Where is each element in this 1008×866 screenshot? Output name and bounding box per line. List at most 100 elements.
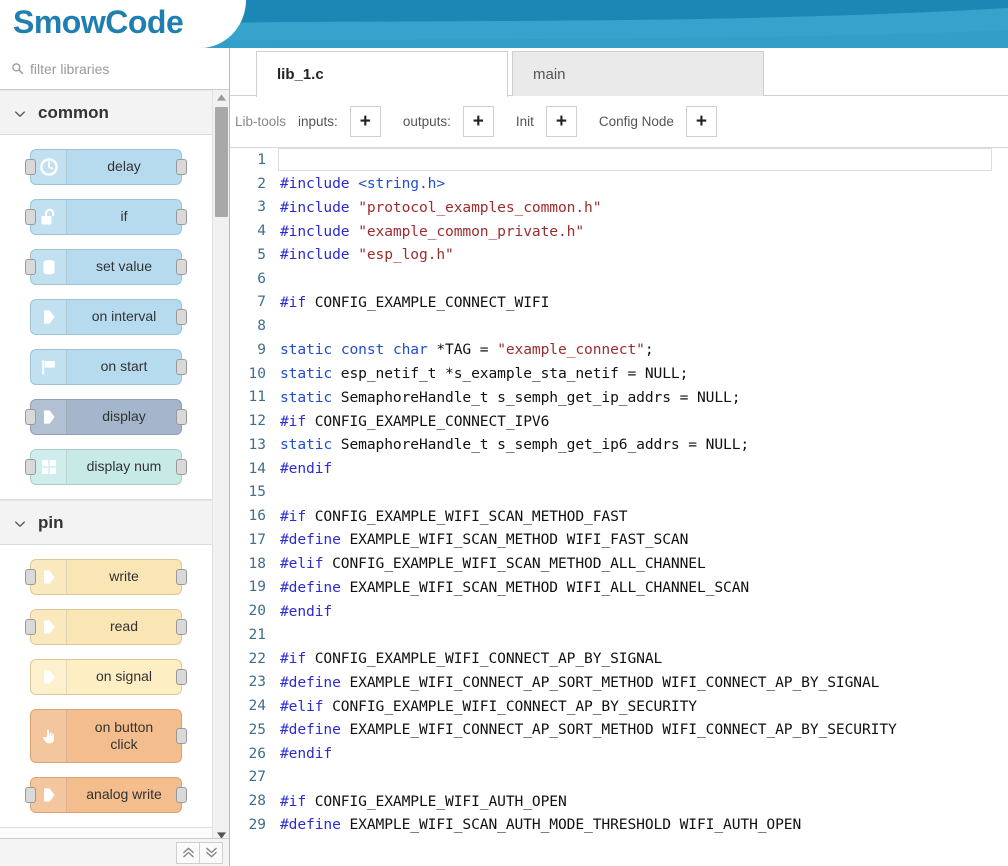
node-output-port[interactable] [176,409,187,425]
add-init-button[interactable]: + [545,106,577,137]
palette-node-display[interactable]: display [25,399,187,435]
node-output-port[interactable] [176,309,187,325]
tab-lib_1-c[interactable]: lib_1.c [256,51,508,97]
hand-icon [31,710,67,762]
code-line-row[interactable]: 23 #define EXAMPLE_WIFI_CONNECT_AP_SORT_M… [230,671,1008,695]
code-line-row[interactable]: 3 #include "protocol_examples_common.h" [230,196,1008,220]
node-output-port[interactable] [176,209,187,225]
add-config-node-button[interactable]: + [685,106,717,137]
code-text [278,148,992,172]
palette-node-delay[interactable]: delay [25,149,187,185]
node-output-port[interactable] [176,619,187,635]
palette-node-display-num[interactable]: display num [25,449,187,485]
arrow-icon [31,778,67,812]
node-output-port[interactable] [176,569,187,585]
scroll-up-arrow[interactable] [213,90,230,105]
code-line-row[interactable]: 10 static esp_netif_t *s_example_sta_neti… [230,362,1008,386]
chevron-down-icon [14,107,26,119]
palette-category-common[interactable]: common [0,90,212,135]
palette-category-pin[interactable]: pin [0,500,212,545]
node-output-port[interactable] [176,359,187,375]
node-output-port[interactable] [176,459,187,475]
code-line-row[interactable]: 19 #define EXAMPLE_WIFI_SCAN_METHOD WIFI_… [230,576,1008,600]
node-input-port[interactable] [25,569,36,585]
code-line-row[interactable]: 14 #endif [230,457,1008,481]
palette-node-on-interval[interactable]: on interval [30,299,187,335]
code-text: #endif [280,460,333,478]
code-line-row[interactable]: 9 static const char *TAG = "example_conne… [230,338,1008,362]
palette-node-label: display num [86,458,162,475]
palette-node-read[interactable]: read [25,609,187,645]
code-line-row[interactable]: 25 #define EXAMPLE_WIFI_CONNECT_AP_SORT_M… [230,718,1008,742]
code-line-row[interactable]: 27 [230,766,1008,790]
tab-label: main [533,65,566,83]
code-line-row[interactable]: 13 static SemaphoreHandle_t s_semph_get_i… [230,433,1008,457]
code-line-row[interactable]: 7 #if CONFIG_EXAMPLE_CONNECT_WIFI [230,291,1008,315]
code-line-row[interactable]: 4 #include "example_common_private.h" [230,219,1008,243]
palette-node-label: delay [107,158,141,175]
palette-node-on-start[interactable]: on start [30,349,187,385]
code-line-row[interactable]: 2 #include <string.h> [230,172,1008,196]
add-output-button[interactable]: + [462,106,494,137]
node-input-port[interactable] [25,787,36,803]
node-output-port[interactable] [176,728,187,744]
palette-node-set-value[interactable]: set value [25,249,187,285]
code-line-row[interactable]: 28 #if CONFIG_EXAMPLE_WIFI_AUTH_OPEN [230,789,1008,813]
node-output-port[interactable] [176,669,187,685]
code-line-row[interactable]: 29 #define EXAMPLE_WIFI_SCAN_AUTH_MODE_TH… [230,813,1008,837]
node-input-port[interactable] [25,459,36,475]
code-line-row[interactable]: 8 [230,314,1008,338]
code-line-row[interactable]: 22 #if CONFIG_EXAMPLE_WIFI_CONNECT_AP_BY_… [230,647,1008,671]
palette-category-body: delay if set value on interval on start displ… [0,135,212,500]
line-number: 22 [248,650,266,667]
node-output-port[interactable] [176,159,187,175]
code-line-row[interactable]: 5 #include "esp_log.h" [230,243,1008,267]
code-line-row[interactable]: 6 [230,267,1008,291]
code-line-row[interactable]: 21 [230,623,1008,647]
node-input-port[interactable] [25,209,36,225]
tab-label: lib_1.c [277,66,324,83]
line-number: 27 [248,769,266,786]
filter-libraries-box[interactable] [0,48,229,90]
code-line-row[interactable]: 26 #endif [230,742,1008,766]
line-number: 14 [248,460,266,477]
line-number: 18 [248,555,266,572]
palette-node-analog-write[interactable]: analog write [25,777,187,813]
node-output-port[interactable] [176,259,187,275]
palette-node-on-signal[interactable]: on signal [30,659,187,695]
code-text: #if CONFIG_EXAMPLE_CONNECT_IPV6 [280,412,550,430]
code-line-row[interactable]: 18 #elif CONFIG_EXAMPLE_WIFI_SCAN_METHOD_… [230,552,1008,576]
code-line-row[interactable]: 1 [230,148,1008,172]
add-input-button[interactable]: + [349,106,381,137]
palette-node-write[interactable]: write [25,559,187,595]
node-input-port[interactable] [25,159,36,175]
palette-node-label: analog write [86,786,162,803]
tab-main[interactable]: main [512,51,764,96]
node-input-port[interactable] [25,259,36,275]
lib-tools-title: Lib-tools [235,114,287,129]
plus-icon: + [695,111,707,132]
expand-all-button[interactable] [199,841,223,864]
code-line-row[interactable]: 15 [230,481,1008,505]
line-number: 25 [248,721,266,738]
palette-scrollbar[interactable] [212,90,229,843]
code-line-row[interactable]: 17 #define EXAMPLE_WIFI_SCAN_METHOD WIFI_… [230,528,1008,552]
line-number: 6 [257,270,266,287]
node-input-port[interactable] [25,619,36,635]
code-line-row[interactable]: 24 #elif CONFIG_EXAMPLE_WIFI_CONNECT_AP_B… [230,694,1008,718]
code-text: #endif [280,745,333,763]
code-editor[interactable]: 1 2 #include <string.h> 3 #include "protocol… [230,148,1008,866]
palette-footer [0,838,229,866]
collapse-all-button[interactable] [176,841,200,864]
palette-node-on-button-click[interactable]: on button click [30,709,187,763]
node-input-port[interactable] [25,409,36,425]
code-line-row[interactable]: 16 #if CONFIG_EXAMPLE_WIFI_SCAN_METHOD_FA… [230,504,1008,528]
palette-node-if[interactable]: if [25,199,187,235]
palette-scroll-thumb[interactable] [215,107,228,217]
code-line-row[interactable]: 12 #if CONFIG_EXAMPLE_CONNECT_IPV6 [230,409,1008,433]
palette-category-label: common [38,102,109,122]
search-input[interactable] [30,60,210,77]
node-output-port[interactable] [176,787,187,803]
code-line-row[interactable]: 11 static SemaphoreHandle_t s_semph_get_i… [230,386,1008,410]
code-line-row[interactable]: 20 #endif [230,599,1008,623]
